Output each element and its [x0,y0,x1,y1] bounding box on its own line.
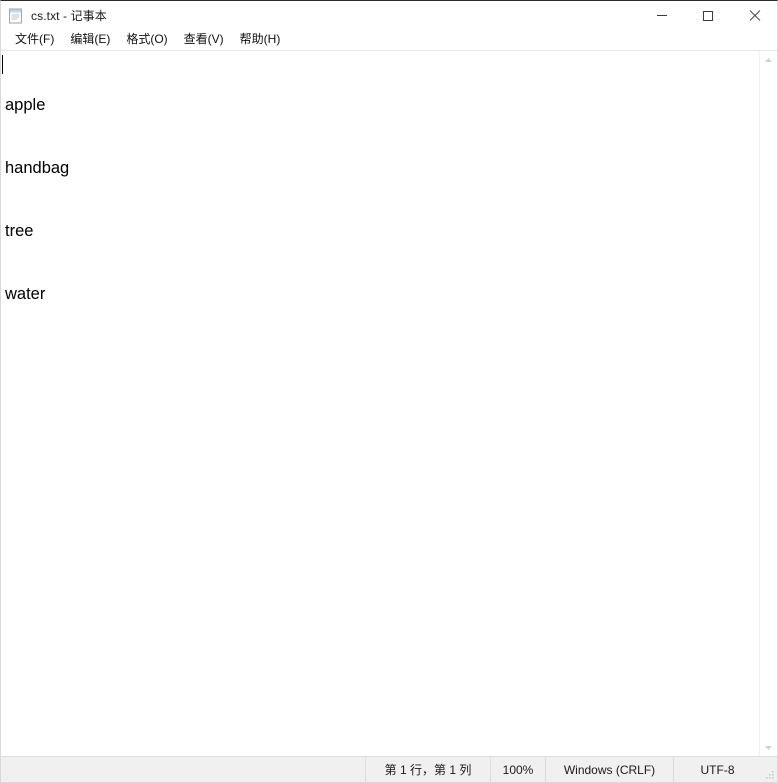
menu-file[interactable]: 文件(F) [7,30,62,50]
title-bar[interactable]: cs.txt - 记事本 [1,1,777,30]
status-encoding[interactable]: UTF-8 [673,757,761,782]
status-line-ending[interactable]: Windows (CRLF) [545,757,673,782]
editor-area: apple handbag tree water [1,50,777,756]
resize-grip[interactable] [761,757,777,782]
title-bar-left: cs.txt - 记事本 [1,1,107,30]
menu-edit[interactable]: 编辑(E) [62,30,118,50]
text-line: water [5,285,46,303]
close-icon [749,10,760,21]
text-content: apple handbag tree water [2,53,759,347]
status-bar: 第 1 行，第 1 列 100% Windows (CRLF) UTF-8 [1,756,777,782]
notepad-document-icon [8,8,24,24]
notepad-window: cs.txt - 记事本 文件(F) 编辑(E) 格式(O) 查看(V) 帮助(… [0,0,778,783]
menu-bar: 文件(F) 编辑(E) 格式(O) 查看(V) 帮助(H) [1,30,777,50]
maximize-button[interactable] [685,1,731,30]
scroll-up-button[interactable] [760,51,777,68]
text-editor[interactable]: apple handbag tree water [1,51,759,756]
menu-help[interactable]: 帮助(H) [232,30,289,50]
text-line: tree [5,222,34,240]
menu-format[interactable]: 格式(O) [118,30,175,50]
maximize-icon [703,10,713,21]
text-line: handbag [5,159,70,177]
status-zoom-level[interactable]: 100% [490,757,545,782]
status-bar-spacer [1,757,365,782]
scroll-down-button[interactable] [760,739,777,756]
close-button[interactable] [731,1,777,30]
minimize-button[interactable] [639,1,685,30]
text-caret [2,55,3,74]
chevron-down-icon [764,745,773,751]
vertical-scrollbar[interactable] [759,51,777,756]
status-cursor-position: 第 1 行，第 1 列 [365,757,490,782]
window-title: cs.txt - 记事本 [31,8,107,23]
text-line: apple [5,96,46,114]
minimize-icon [657,15,667,16]
chevron-up-icon [764,57,773,63]
menu-view[interactable]: 查看(V) [176,30,232,50]
window-controls [639,1,777,30]
scrollbar-track[interactable] [760,68,777,739]
